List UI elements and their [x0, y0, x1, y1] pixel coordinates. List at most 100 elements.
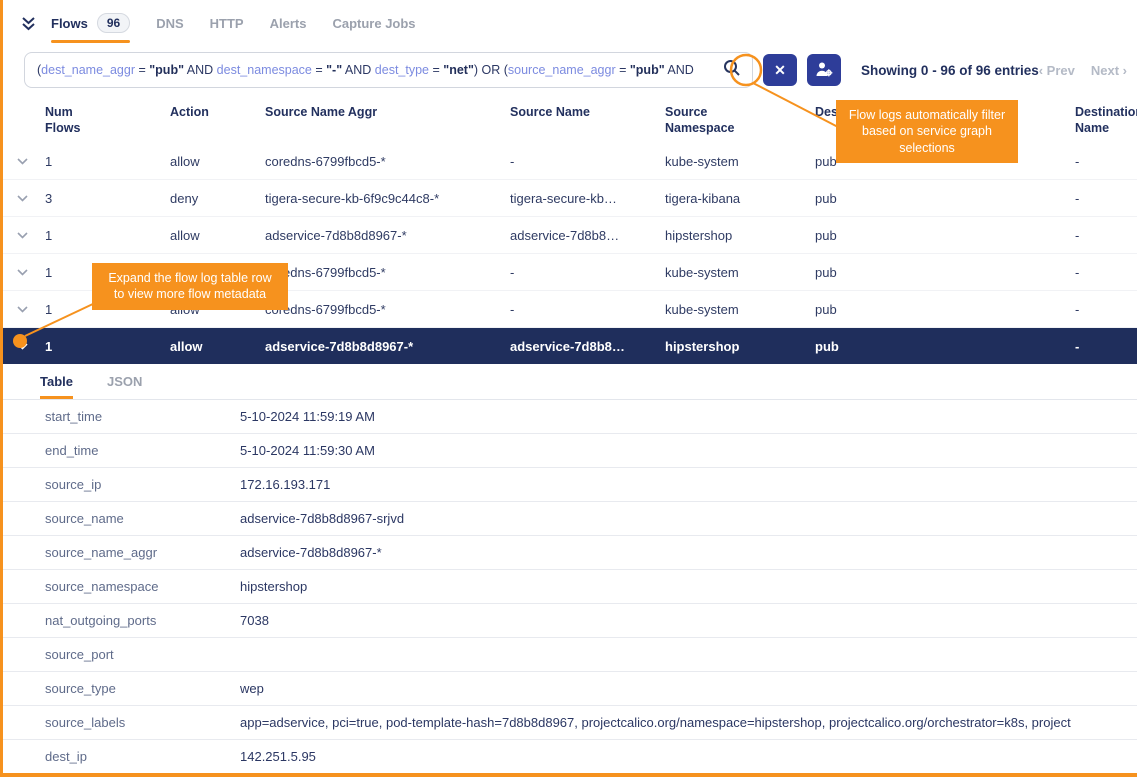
tab-dns-label: DNS: [156, 16, 183, 31]
detail-key: source_name: [45, 511, 240, 526]
chevron-down-icon[interactable]: [0, 195, 45, 202]
detail-key: source_ip: [45, 477, 240, 492]
detail-value: 142.251.5.95: [240, 749, 1137, 764]
cell-dest-name: -: [1075, 302, 1137, 317]
cell-source-name-aggr: tigera-secure-kb-6f9c9c44c8-*: [265, 191, 510, 206]
close-icon: ✕: [774, 62, 786, 79]
tab-flows[interactable]: Flows 96: [51, 0, 130, 46]
log-type-tabbar: Flows 96 DNS HTTP Alerts Capture Jobs: [0, 0, 1137, 46]
detail-value: hipstershop: [240, 579, 1137, 594]
detail-row: nat_outgoing_ports 7038: [0, 604, 1137, 638]
tab-alerts-label: Alerts: [270, 16, 307, 31]
detail-row: source_port: [0, 638, 1137, 672]
cell-dest-name: -: [1075, 265, 1137, 280]
detail-value: 172.16.193.171: [240, 477, 1137, 492]
cell-dest-name: -: [1075, 154, 1137, 169]
detail-key: nat_outgoing_ports: [45, 613, 240, 628]
cell-source-name-aggr: adservice-7d8b8d8967-*: [265, 228, 510, 243]
cell-source-namespace: hipstershop: [665, 228, 815, 243]
detail-row: source_name adservice-7d8b8d8967-srjvd: [0, 502, 1137, 536]
pagination: ‹ Prev Next ›: [1039, 63, 1127, 78]
cell-source-name: -: [510, 154, 665, 169]
detail-tab-table[interactable]: Table: [40, 364, 73, 399]
prev-page-button[interactable]: ‹ Prev: [1039, 63, 1075, 78]
flows-count-badge: 96: [97, 13, 130, 33]
detail-row: source_type wep: [0, 672, 1137, 706]
cell-source-namespace: hipstershop: [665, 339, 815, 354]
col-header-source-name-aggr: Source Name Aggr: [265, 105, 377, 119]
cell-dest-name-aggr: pub: [815, 302, 1075, 317]
cell-source-namespace: tigera-kibana: [665, 191, 815, 206]
chevron-down-icon[interactable]: [0, 269, 45, 276]
cell-source-namespace: kube-system: [665, 302, 815, 317]
cell-num-flows: 1: [45, 339, 170, 354]
detail-value: 5-10-2024 11:59:30 AM: [240, 443, 1137, 458]
detail-key: source_labels: [45, 715, 240, 730]
cell-source-name-aggr: coredns-6799fbcd5-*: [265, 154, 510, 169]
cell-action: allow: [170, 228, 265, 243]
tab-flows-label: Flows: [51, 16, 88, 31]
clear-filter-button[interactable]: ✕: [763, 54, 797, 86]
detail-row: source_name_aggr adservice-7d8b8d8967-*: [0, 536, 1137, 570]
col-header-num-flows: Num Flows: [45, 104, 89, 137]
table-row[interactable]: 3 deny tigera-secure-kb-6f9c9c44c8-* tig…: [0, 180, 1137, 217]
detail-row: source_ip 172.16.193.171: [0, 468, 1137, 502]
chevron-down-icon[interactable]: [0, 343, 45, 350]
cell-source-namespace: kube-system: [665, 154, 815, 169]
detail-row: end_time 5-10-2024 11:59:30 AM: [0, 434, 1137, 468]
cell-num-flows: 3: [45, 191, 170, 206]
tab-capture-jobs-label: Capture Jobs: [332, 16, 415, 31]
cell-source-namespace: kube-system: [665, 265, 815, 280]
detail-value: 5-10-2024 11:59:19 AM: [240, 409, 1137, 424]
tooltip-filter-annotation: Flow logs automatically filter based on …: [836, 100, 1018, 163]
cell-dest-name: -: [1075, 191, 1137, 206]
tutorial-highlight-bottom-edge: [0, 773, 1137, 777]
flow-query-text: (dest_name_aggr = "pub" AND dest_namespa…: [37, 63, 716, 77]
col-header-source-name: Source Name: [510, 105, 590, 119]
tooltip-expand-annotation: Expand the flow log table row to view mo…: [92, 263, 288, 310]
next-page-button[interactable]: Next ›: [1091, 63, 1127, 78]
chevron-down-icon[interactable]: [0, 158, 45, 165]
chevron-down-icon[interactable]: [0, 306, 45, 313]
detail-key: source_type: [45, 681, 240, 696]
cell-num-flows: 1: [45, 228, 170, 243]
tab-alerts[interactable]: Alerts: [270, 0, 307, 46]
cell-source-name: tigera-secure-kb…: [510, 191, 665, 206]
col-header-destination-name: Destination Name: [1075, 104, 1137, 137]
cell-dest-name: -: [1075, 228, 1137, 243]
detail-value: wep: [240, 681, 1137, 696]
detail-key: start_time: [45, 409, 240, 424]
cell-action: deny: [170, 191, 265, 206]
tab-capture-jobs[interactable]: Capture Jobs: [332, 0, 415, 46]
tab-dns[interactable]: DNS: [156, 0, 183, 46]
detail-row: source_labels app=adservice, pci=true, p…: [0, 706, 1137, 740]
detail-tab-json[interactable]: JSON: [107, 364, 142, 399]
table-row[interactable]: 1 allow adservice-7d8b8d8967-* adservice…: [0, 217, 1137, 254]
cell-source-name: -: [510, 302, 665, 317]
detail-key: source_namespace: [45, 579, 240, 594]
cell-source-name: -: [510, 265, 665, 280]
search-icon[interactable]: [722, 58, 742, 83]
detail-value: adservice-7d8b8d8967-*: [240, 545, 1137, 560]
cell-dest-name-aggr: pub: [815, 265, 1075, 280]
cell-source-name: adservice-7d8b8…: [510, 339, 665, 354]
flow-query-input[interactable]: (dest_name_aggr = "pub" AND dest_namespa…: [24, 52, 753, 88]
tab-http[interactable]: HTTP: [210, 0, 244, 46]
detail-key: source_port: [45, 647, 240, 662]
col-header-source-namespace: Source Namespace: [665, 104, 749, 137]
cell-source-name-aggr: coredns-6799fbcd5-*: [265, 265, 510, 280]
cell-dest-name-aggr: pub: [815, 339, 1075, 354]
detail-key: source_name_aggr: [45, 545, 240, 560]
cell-dest-name-aggr: pub: [815, 191, 1075, 206]
cell-num-flows: 1: [45, 154, 170, 169]
chevron-down-icon[interactable]: [0, 232, 45, 239]
user-settings-button[interactable]: [807, 54, 841, 86]
cell-action: allow: [170, 339, 265, 354]
tab-http-label: HTTP: [210, 16, 244, 31]
filter-toolbar: (dest_name_aggr = "pub" AND dest_namespa…: [0, 46, 1137, 94]
cell-action: allow: [170, 154, 265, 169]
detail-row: start_time 5-10-2024 11:59:19 AM: [0, 400, 1137, 434]
double-chevron-down-icon[interactable]: [20, 15, 37, 32]
table-row-selected[interactable]: 1 allow adservice-7d8b8d8967-* adservice…: [0, 328, 1137, 364]
col-header-action: Action: [170, 105, 209, 119]
